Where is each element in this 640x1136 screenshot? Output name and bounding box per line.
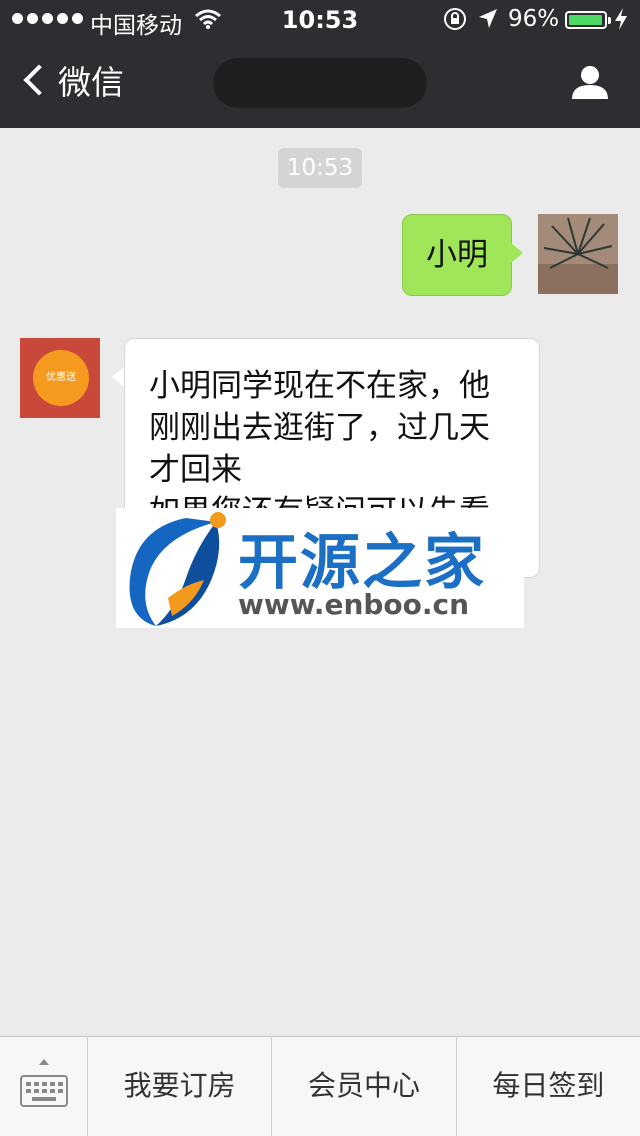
- keyboard-toggle-button[interactable]: [0, 1037, 88, 1136]
- top-bar: 中国移动 10:53 96% 微信: [0, 0, 640, 128]
- chevron-left-icon: [23, 64, 55, 96]
- battery-icon: [565, 11, 611, 29]
- avatar-badge: 优惠送: [33, 350, 89, 406]
- battery-percent: 96%: [508, 6, 560, 32]
- watermark-url: www.enboo.cn: [238, 588, 470, 621]
- status-bar: 中国移动 10:53 96%: [0, 0, 640, 40]
- back-label: 微信: [58, 63, 124, 102]
- charging-bolt-icon: [614, 7, 628, 37]
- keyboard-icon: [20, 1075, 68, 1107]
- my-avatar[interactable]: [538, 214, 618, 294]
- menu-item-member-center[interactable]: 会员中心: [272, 1037, 457, 1136]
- watermark-logo: 开源之家 www.enboo.cn: [116, 508, 524, 628]
- chat-timestamp: 10:53: [278, 148, 362, 188]
- redacted-title: [213, 58, 427, 108]
- caret-up-icon: [39, 1059, 49, 1065]
- rotation-lock-icon: [443, 7, 467, 37]
- logo-swoosh-icon: [129, 512, 226, 626]
- nav-bar: 微信: [0, 40, 640, 128]
- menu-item-daily-checkin[interactable]: 每日签到: [457, 1037, 640, 1136]
- my-message-bubble[interactable]: 小明: [402, 214, 523, 296]
- bottom-menu: 我要订房 会员中心 每日签到: [0, 1036, 640, 1136]
- back-button[interactable]: 微信: [18, 56, 124, 104]
- account-avatar[interactable]: 优惠送: [20, 338, 100, 418]
- location-arrow-icon: [478, 8, 498, 36]
- menu-item-book-room[interactable]: 我要订房: [88, 1037, 273, 1136]
- profile-icon[interactable]: [570, 64, 610, 104]
